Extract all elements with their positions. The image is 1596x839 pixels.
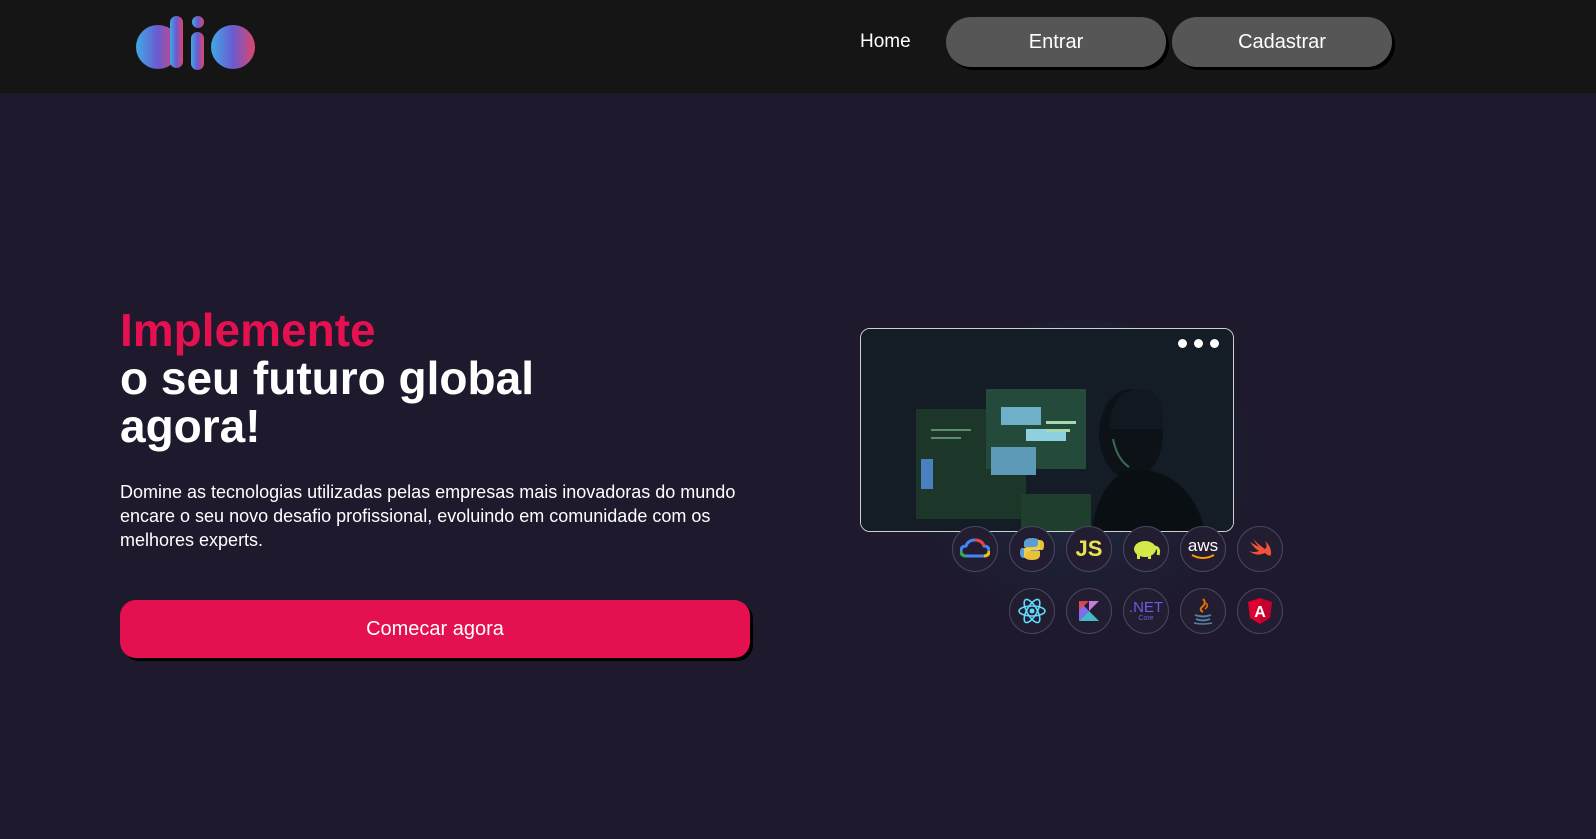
nav-home-link[interactable]: Home	[860, 31, 911, 53]
react-icon	[1009, 588, 1055, 634]
hero-title: Implemente o seu futuro global agora!	[120, 306, 534, 450]
hero-title-accent: Implemente	[120, 304, 376, 356]
java-icon	[1180, 588, 1226, 634]
angular-icon: A	[1237, 588, 1283, 634]
aws-icon: aws	[1180, 526, 1226, 572]
top-navbar: Home Entrar Cadastrar	[0, 0, 1596, 93]
hero-title-line-3: agora!	[120, 400, 261, 452]
python-icon	[1009, 526, 1055, 572]
dotnet-label: .NET	[1128, 599, 1164, 616]
hadoop-elephant-icon	[1123, 526, 1169, 572]
javascript-icon: JS	[1066, 526, 1112, 572]
google-cloud-icon	[952, 526, 998, 572]
hero-title-line-2: o seu futuro global	[120, 352, 534, 404]
tech-icons-grid: JS aws .NET Core A	[840, 300, 1320, 670]
javascript-label: JS	[1075, 536, 1103, 561]
aws-label: aws	[1187, 536, 1219, 555]
hero-description: Domine as tecnologias utilizadas pelas e…	[120, 482, 736, 550]
angular-label: A	[1254, 604, 1266, 621]
dotnet-core-icon: .NET Core	[1123, 588, 1169, 634]
hero-illustration: JS aws .NET Core A	[840, 300, 1320, 670]
signup-button[interactable]: Cadastrar	[1172, 17, 1392, 67]
start-now-button[interactable]: Comecar agora	[120, 600, 750, 658]
kotlin-icon	[1066, 588, 1112, 634]
dotnet-core-label: Core	[1138, 615, 1154, 622]
dio-logo[interactable]	[134, 14, 260, 72]
login-button[interactable]: Entrar	[946, 17, 1166, 67]
swift-icon	[1237, 526, 1283, 572]
